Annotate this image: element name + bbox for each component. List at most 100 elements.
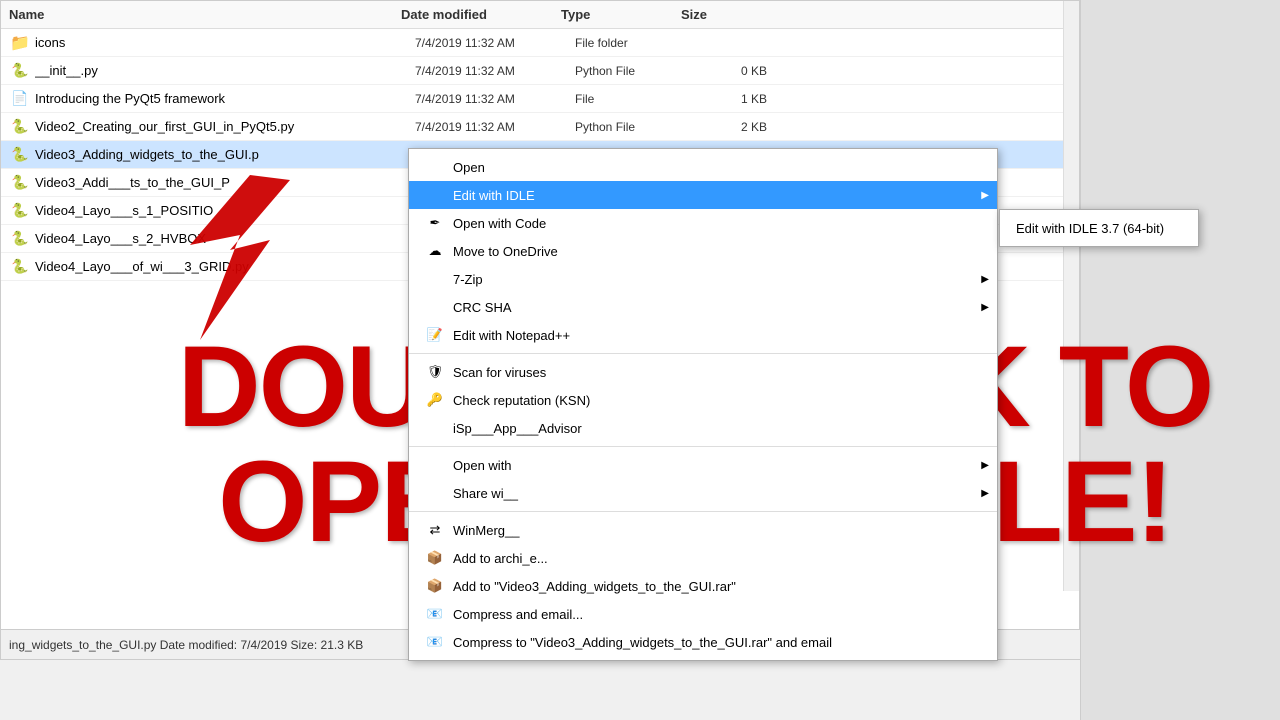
menu-item-label: WinMerg__ [453,523,519,538]
cell-name: Introducing the PyQt5 framework [35,91,415,106]
menu-item-label: CRC SHA [453,300,512,315]
table-row[interactable]: 🐍 Video2_Creating_our_first_GUI_in_PyQt5… [1,113,1079,141]
menu-item-reputation[interactable]: 🔑 Check reputation (KSN) [409,386,997,414]
menu-item-notepadpp[interactable]: 📝 Edit with Notepad++ [409,321,997,349]
menu-item-icon: 🛡 [425,362,445,382]
cell-date: 7/4/2019 11:32 AM [415,36,575,50]
menu-item-label: Add to archi_e... [453,551,548,566]
menu-item-add-archive[interactable]: 📦 Add to archi_e... [409,544,997,572]
menu-item-share[interactable]: Share wi__ ▶ [409,479,997,507]
menu-item-label: Scan for viruses [453,365,546,380]
python-file-icon: 🐍 [11,62,28,79]
submenu-item-edit-idle[interactable]: Edit with IDLE 3.7 (64-bit) [1000,214,1198,242]
cell-type: File folder [575,36,695,50]
menu-item-open-with[interactable]: Open with ▶ [409,451,997,479]
cell-name: Video3_Adding_widgets_to_the_GUI.p [35,147,415,162]
menu-item-compress-rar-email[interactable]: 📧 Compress to "Video3_Adding_widgets_to_… [409,628,997,656]
submenu-arrow-icon: ▶ [981,488,989,499]
menu-item-edit-idle[interactable]: Edit with IDLE ▶ Edit with IDLE 3.7 (64-… [409,181,997,209]
menu-item-label: Compress and email... [453,607,583,622]
menu-item-icon [425,297,445,317]
cell-name: icons [35,35,415,50]
menu-item-icon [425,418,445,438]
menu-item-icon: 📧 [425,632,445,652]
cell-name: Video3_Addi___ts_to_the_GUI_P [35,175,415,190]
cell-name: __init__.py [35,63,415,78]
cell-type: Python File [575,120,695,134]
cell-size: 2 KB [695,120,775,134]
status-filename: ing_widgets_to_the_GUI.py Date modified:… [9,638,363,652]
menu-item-compress-email[interactable]: 📧 Compress and email... [409,600,997,628]
python-file-icon: 🐍 [11,146,28,163]
menu-item-icon: 🔑 [425,390,445,410]
menu-item-icon [425,269,445,289]
python-file-icon: 🐍 [11,174,28,191]
cell-name: Video4_Layo___s_2_HVBOX [35,231,415,246]
scrollbar-vertical[interactable] [1063,1,1079,591]
menu-item-scan[interactable]: 🛡 Scan for viruses [409,358,997,386]
cell-date: 7/4/2019 11:32 AM [415,92,575,106]
menu-item-icon: 📝 [425,325,445,345]
python-file-icon: 🐍 [11,202,28,219]
menu-item-label: Edit with IDLE [453,188,535,203]
menu-item-label: Compress to "Video3_Adding_widgets_to_th… [453,635,832,650]
menu-item-label: Move to OneDrive [453,244,558,259]
file-icon-cell: 🐍 [11,146,29,164]
right-panel [1080,0,1280,720]
menu-item-7zip[interactable]: 7-Zip ▶ [409,265,997,293]
cell-type: File [575,92,695,106]
file-icon-cell: 📄 [11,90,29,108]
cell-type: Python File [575,64,695,78]
menu-item-add-rar[interactable]: 📦 Add to "Video3_Adding_widgets_to_the_G… [409,572,997,600]
menu-item-icon [425,157,445,177]
menu-item-move-onedrive[interactable]: ☁ Move to OneDrive [409,237,997,265]
col-type-header[interactable]: Type [561,7,681,22]
menu-item-label: Share wi__ [453,486,518,501]
menu-item-open-code[interactable]: ✒ Open with Code [409,209,997,237]
python-file-icon: 🐍 [11,118,28,135]
file-icon-cell: 🐍 [11,62,29,80]
table-row[interactable]: 📁 icons 7/4/2019 11:32 AM File folder [1,29,1079,57]
menu-separator [409,353,997,354]
cell-date: 7/4/2019 11:32 AM [415,64,575,78]
menu-item-crc-sha[interactable]: CRC SHA ▶ [409,293,997,321]
menu-item-label: Check reputation (KSN) [453,393,590,408]
cell-name: Video4_Layo___of_wi___3_GRID.py [35,259,415,274]
submenu-arrow-icon: ▶ [981,190,989,201]
menu-item-label: Open [453,160,485,175]
menu-item-icon: 📧 [425,604,445,624]
file-icon-cell: 🐍 [11,230,29,248]
menu-item-icon [425,185,445,205]
col-size-header[interactable]: Size [681,7,761,22]
menu-item-advisor[interactable]: iSp___App___Advisor [409,414,997,442]
menu-item-label: iSp___App___Advisor [453,421,582,436]
menu-item-open[interactable]: Open [409,153,997,181]
table-row[interactable]: 🐍 __init__.py 7/4/2019 11:32 AM Python F… [1,57,1079,85]
col-date-header[interactable]: Date modified [401,7,561,22]
menu-separator [409,446,997,447]
menu-item-icon: ⇄ [425,520,445,540]
context-menu: Open Edit with IDLE ▶ Edit with IDLE 3.7… [408,148,998,661]
menu-item-label: Open with Code [453,216,546,231]
menu-item-icon: ☁ [425,241,445,261]
file-icon-cell: 🐍 [11,118,29,136]
cell-name: Video2_Creating_our_first_GUI_in_PyQt5.p… [35,119,415,134]
submenu-arrow-icon: ▶ [981,460,989,471]
submenu-arrow-icon: ▶ [981,274,989,285]
file-icon: 📄 [11,90,28,107]
cell-size: 1 KB [695,92,775,106]
menu-item-winmerge[interactable]: ⇄ WinMerg__ [409,516,997,544]
menu-item-label: 7-Zip [453,272,483,287]
col-name-header[interactable]: Name [1,7,401,22]
menu-item-icon [425,483,445,503]
table-row[interactable]: 📄 Introducing the PyQt5 framework 7/4/20… [1,85,1079,113]
cell-size: 0 KB [695,64,775,78]
menu-separator [409,511,997,512]
submenu-idle: Edit with IDLE 3.7 (64-bit) [999,209,1199,247]
folder-icon: 📁 [10,33,30,53]
menu-item-icon: ✒ [425,213,445,233]
file-icon-cell: 🐍 [11,174,29,192]
menu-item-icon: 📦 [425,576,445,596]
menu-item-label: Add to "Video3_Adding_widgets_to_the_GUI… [453,579,736,594]
cell-date: 7/4/2019 11:32 AM [415,120,575,134]
